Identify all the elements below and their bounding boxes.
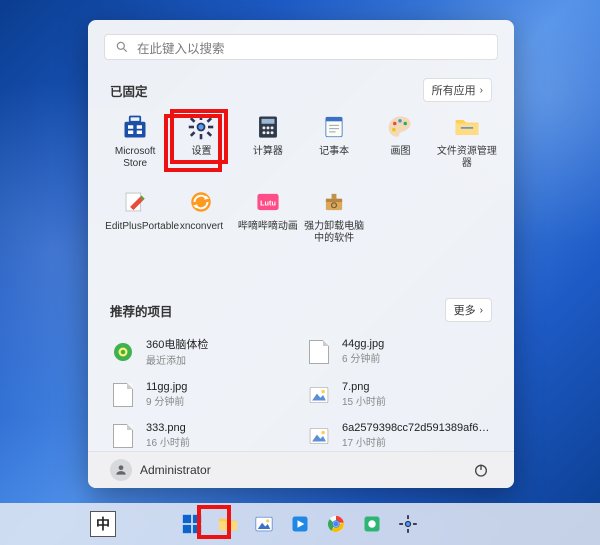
more-label: 更多 xyxy=(454,302,476,318)
recommended-item[interactable]: 6a2579398cc72d591389af679703f3...17 小时前 xyxy=(306,420,492,451)
ime-label: 中 xyxy=(96,514,110,534)
rec-sub: 17 小时前 xyxy=(342,434,492,449)
recommended-header: 推荐的项目 更多 › xyxy=(88,290,514,328)
app-tile-editplus[interactable]: EditPlusPortable xyxy=(102,183,168,248)
app-tile-notepad[interactable]: 记事本 xyxy=(301,108,367,173)
search-icon xyxy=(115,40,129,54)
app-icon xyxy=(362,514,382,534)
taskbar-media[interactable] xyxy=(286,510,314,538)
app-tile-xnconvert[interactable]: xnconvert xyxy=(168,183,234,248)
taskbar: 中 xyxy=(0,503,600,545)
svg-text:Lutu: Lutu xyxy=(260,199,276,208)
power-icon xyxy=(473,462,489,478)
app-label: 设置 xyxy=(191,146,211,158)
image-icon xyxy=(306,423,332,449)
file-icon xyxy=(110,423,136,449)
start-menu: 在此键入以搜索 已固定 所有应用 › Microsoft Store 设置 计算 xyxy=(88,20,514,488)
pinned-header: 已固定 所有应用 › xyxy=(88,70,514,108)
media-icon xyxy=(290,514,310,534)
pinned-grid: Microsoft Store 设置 计算器 记事本 画图 xyxy=(88,108,514,248)
explorer-icon xyxy=(217,513,239,535)
rec-title: 11gg.jpg xyxy=(146,381,187,393)
app-label: 记事本 xyxy=(319,146,349,158)
avatar-icon xyxy=(110,459,132,481)
app-label: Microsoft Store xyxy=(105,146,165,169)
power-button[interactable] xyxy=(470,459,492,481)
recommended-item[interactable]: 11gg.jpg9 分钟前 xyxy=(110,379,294,410)
all-apps-label: 所有应用 xyxy=(432,82,476,98)
recommended-item[interactable]: 44gg.jpg6 分钟前 xyxy=(306,334,492,369)
rec-sub: 6 分钟前 xyxy=(342,350,384,365)
app-tile-store[interactable]: Microsoft Store xyxy=(102,108,168,173)
image-icon xyxy=(306,382,332,408)
app-tile-calculator[interactable]: 计算器 xyxy=(235,108,301,173)
app-label: 哔嘀哔嘀动画 xyxy=(238,221,298,233)
rec-title: 360电脑体检 xyxy=(146,336,208,352)
chevron-right-icon: › xyxy=(480,85,483,96)
settings-gear-icon xyxy=(398,514,418,534)
app-tile-bidi[interactable]: Lutu 哔嘀哔嘀动画 xyxy=(235,183,301,248)
notepad-icon xyxy=(319,112,349,142)
file-icon xyxy=(110,382,136,408)
taskbar-settings[interactable] xyxy=(394,510,422,538)
app-label: 画图 xyxy=(390,146,410,158)
xnconvert-icon xyxy=(186,187,216,217)
recommended-item[interactable]: 7.png15 小时前 xyxy=(306,379,492,410)
taskbar-chrome[interactable] xyxy=(322,510,350,538)
recommended-item[interactable]: 360电脑体检最近添加 xyxy=(110,334,294,369)
search-placeholder: 在此键入以搜索 xyxy=(137,38,225,57)
app-label: 强力卸载电脑中的软件 xyxy=(304,221,364,244)
chevron-right-icon: › xyxy=(480,305,483,316)
uninstall-icon xyxy=(319,187,349,217)
search-input[interactable]: 在此键入以搜索 xyxy=(104,34,498,60)
paint-icon xyxy=(385,112,415,142)
all-apps-button[interactable]: 所有应用 › xyxy=(423,78,492,102)
explorer-icon xyxy=(452,112,482,142)
rec-title: 6a2579398cc72d591389af679703f3... xyxy=(342,422,492,434)
username-label: Administrator xyxy=(140,463,211,477)
rec-title: 7.png xyxy=(342,381,386,393)
store-icon xyxy=(120,112,150,142)
rec-sub: 16 小时前 xyxy=(146,434,190,449)
taskbar-app[interactable] xyxy=(358,510,386,538)
recommended-title: 推荐的项目 xyxy=(110,301,173,320)
app-label: EditPlusPortable xyxy=(105,221,165,233)
app-label: 计算器 xyxy=(253,146,283,158)
app-tile-uninstall[interactable]: 强力卸载电脑中的软件 xyxy=(301,183,367,248)
user-account-button[interactable]: Administrator xyxy=(110,459,211,481)
360-icon xyxy=(110,339,136,365)
app-tile-explorer[interactable]: 文件资源管理器 xyxy=(434,108,500,173)
taskbar-explorer[interactable] xyxy=(214,510,242,538)
rec-sub: 9 分钟前 xyxy=(146,393,187,408)
chrome-icon xyxy=(326,514,346,534)
app-tile-settings[interactable]: 设置 xyxy=(168,108,234,173)
rec-title: 44gg.jpg xyxy=(342,338,384,350)
rec-sub: 最近添加 xyxy=(146,352,208,367)
ime-indicator[interactable]: 中 xyxy=(90,511,116,537)
photos-icon xyxy=(254,514,274,534)
settings-icon xyxy=(186,112,216,142)
app-label: xnconvert xyxy=(180,221,223,233)
recommended-item[interactable]: 333.png16 小时前 xyxy=(110,420,294,451)
app-label: 文件资源管理器 xyxy=(437,146,497,169)
editplus-icon xyxy=(120,187,150,217)
rec-title: 333.png xyxy=(146,422,190,434)
pinned-title: 已固定 xyxy=(110,81,148,100)
recommended-list: 360电脑体检最近添加 44gg.jpg6 分钟前 11gg.jpg9 分钟前 … xyxy=(88,334,514,451)
rec-sub: 15 小时前 xyxy=(342,393,386,408)
app-tile-paint[interactable]: 画图 xyxy=(367,108,433,173)
taskbar-center xyxy=(178,510,422,538)
taskbar-start-button[interactable] xyxy=(178,510,206,538)
bidi-icon: Lutu xyxy=(253,187,283,217)
start-footer: Administrator xyxy=(88,451,514,488)
taskbar-photos[interactable] xyxy=(250,510,278,538)
start-icon xyxy=(181,513,203,535)
calculator-icon xyxy=(253,112,283,142)
more-button[interactable]: 更多 › xyxy=(445,298,492,322)
file-icon xyxy=(306,339,332,365)
